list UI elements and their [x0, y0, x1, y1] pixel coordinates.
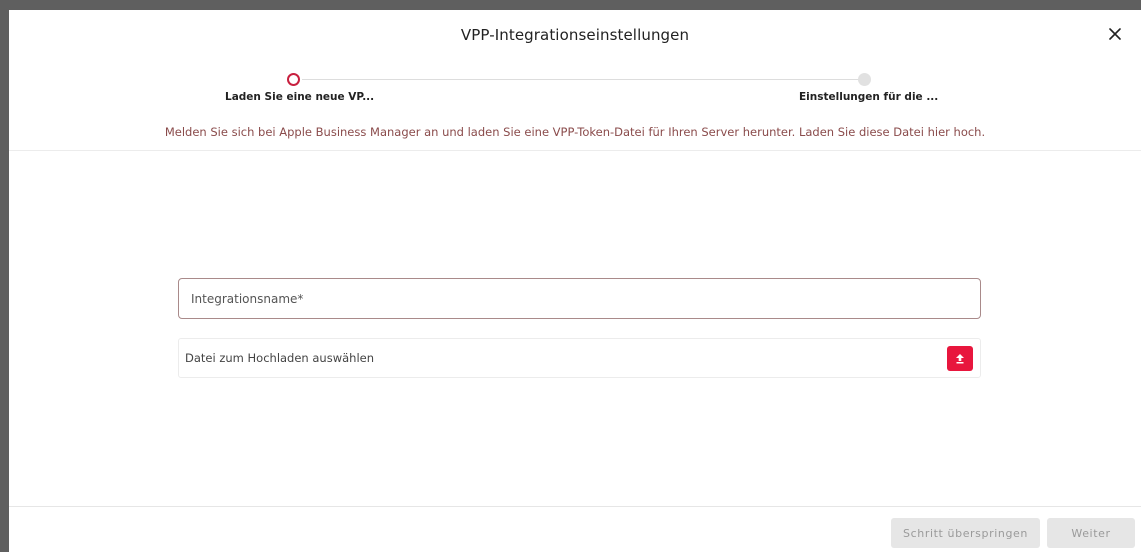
integration-name-input[interactable]: Integrationsname* — [178, 278, 981, 319]
step-2-label: Einstellungen für die ... — [799, 91, 939, 103]
upload-icon — [956, 354, 964, 364]
stepper-connector — [302, 79, 864, 80]
step-2-indicator[interactable] — [858, 73, 871, 86]
vpp-settings-dialog: VPP-Integrationseinstellungen Laden Sie … — [9, 10, 1141, 552]
footer-divider — [9, 506, 1141, 507]
step-1-indicator[interactable] — [287, 73, 300, 86]
header-divider — [9, 150, 1141, 151]
next-button[interactable]: Weiter — [1047, 518, 1135, 548]
step-1-label: Laden Sie eine neue VP... — [225, 91, 375, 103]
integration-name-placeholder: Integrationsname* — [191, 291, 304, 306]
file-upload-field[interactable]: Datei zum Hochladen auswählen — [178, 338, 981, 378]
skip-step-button[interactable]: Schritt überspringen — [891, 518, 1040, 548]
dialog-title: VPP-Integrationseinstellungen — [460, 26, 690, 44]
close-icon — [1109, 28, 1121, 40]
instruction-text: Melden Sie sich bei Apple Business Manag… — [164, 125, 986, 139]
upload-button[interactable] — [947, 346, 973, 371]
file-upload-label: Datei zum Hochladen auswählen — [185, 351, 375, 365]
close-button[interactable] — [1103, 22, 1127, 46]
